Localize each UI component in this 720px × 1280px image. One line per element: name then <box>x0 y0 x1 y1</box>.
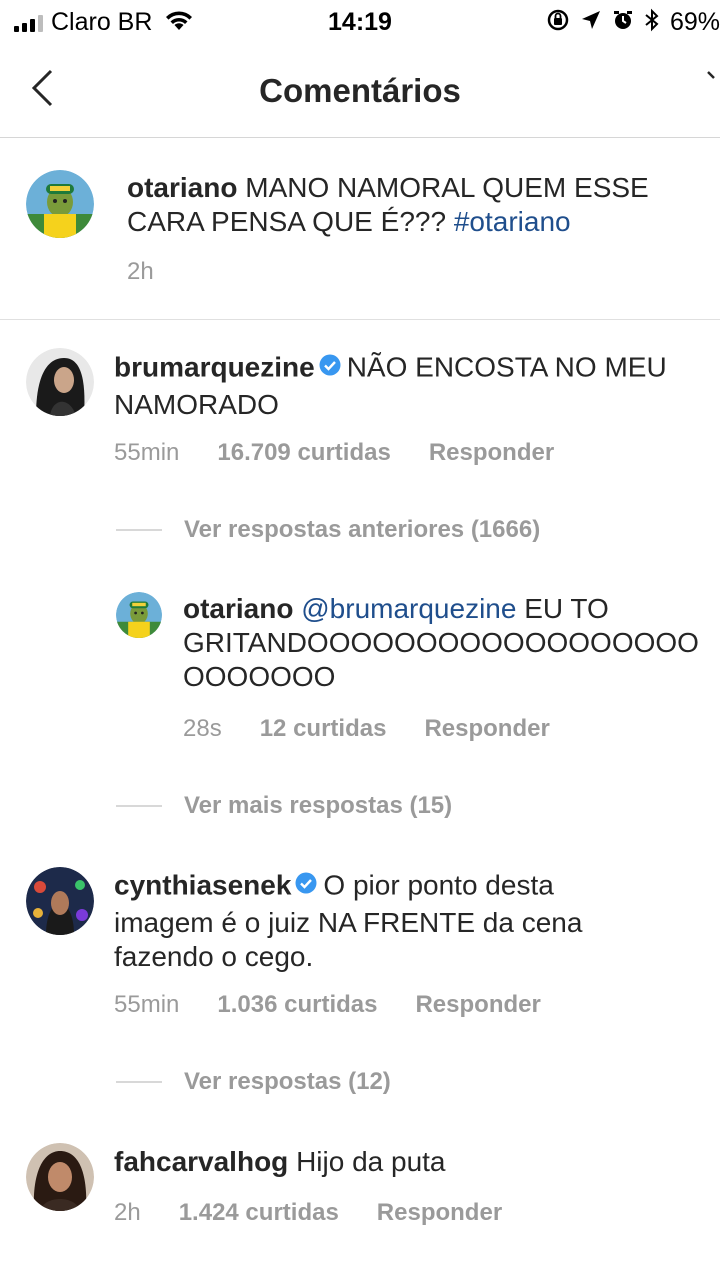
page-title: Comentários <box>259 72 461 109</box>
comment-meta: 55min 16.709 curtidas Responder <box>114 439 554 467</box>
username[interactable]: fahcarvalhog <box>114 1146 288 1177</box>
reply-meta: 28s 12 curtidas Responder <box>183 715 550 743</box>
orientation-lock-icon <box>546 8 570 37</box>
options-button[interactable] <box>706 66 720 86</box>
divider <box>116 805 162 807</box>
avatar[interactable] <box>26 867 94 935</box>
reply-body-line3: OOOOOOO <box>183 661 336 692</box>
comment-body-line2: imagem é o juiz NA FRENTE da cena <box>114 907 583 938</box>
timestamp: 28s <box>183 715 222 742</box>
likes-count[interactable]: 1.424 curtidas <box>179 1199 339 1227</box>
username[interactable]: otariano <box>183 593 293 624</box>
comment-body: Hijo da puta <box>296 1146 446 1177</box>
view-more-replies-button[interactable]: Ver mais respostas (15) <box>116 792 452 820</box>
divider <box>116 529 162 531</box>
comment-meta: 2h 1.424 curtidas Responder <box>114 1199 502 1227</box>
hashtag-link[interactable]: #otariano <box>454 206 571 237</box>
post-caption: otariano MANO NAMORAL QUEM ESSE CARA PEN… <box>0 138 720 320</box>
comment-meta: 55min 1.036 curtidas Responder <box>114 991 541 1019</box>
status-bar: Claro BR 14:19 69% <box>0 0 720 44</box>
verified-badge-icon <box>295 868 317 902</box>
verified-badge-icon <box>319 350 341 384</box>
battery-percentage: 69% <box>669 8 720 36</box>
chevron-down-icon <box>707 71 715 79</box>
comment-text: cynthiasenek O pior ponto desta imagem é … <box>114 868 694 974</box>
view-previous-replies-button[interactable]: Ver respostas anteriores (1666) <box>116 516 540 544</box>
alarm-icon <box>612 9 634 36</box>
view-more-replies-label: Ver mais respostas (15) <box>184 792 453 819</box>
divider <box>116 1081 162 1083</box>
view-previous-replies-label: Ver respostas anteriores (1666) <box>184 516 541 543</box>
likes-count[interactable]: 12 curtidas <box>260 715 387 743</box>
timestamp: 55min <box>114 439 180 466</box>
username[interactable]: cynthiasenek <box>114 869 291 900</box>
avatar[interactable] <box>26 170 94 238</box>
comment-body-line1: O pior ponto desta <box>323 869 554 901</box>
reply-button[interactable]: Responder <box>424 715 549 743</box>
view-replies-button[interactable]: Ver respostas (12) <box>116 1068 391 1096</box>
likes-count[interactable]: 16.709 curtidas <box>217 439 390 467</box>
view-replies-label: Ver respostas (12) <box>184 1068 391 1095</box>
username[interactable]: brumarquezine <box>114 351 315 382</box>
reply-button[interactable]: Responder <box>377 1199 502 1227</box>
reply-body-line2: GRITANDOOOOOOOOOOOOOOOOOO <box>183 627 699 658</box>
reply-text: otariano @brumarquezine EU TO GRITANDOOO… <box>183 592 703 694</box>
timestamp: 55min <box>114 991 180 1018</box>
avatar[interactable] <box>26 1143 94 1211</box>
caption-meta: 2h <box>127 258 154 286</box>
likes-count[interactable]: 1.036 curtidas <box>217 991 377 1019</box>
caption-text: otariano MANO NAMORAL QUEM ESSE CARA PEN… <box>127 171 697 239</box>
timestamp: 2h <box>127 258 154 285</box>
reply-button[interactable]: Responder <box>415 991 540 1019</box>
avatar[interactable] <box>116 592 162 638</box>
comment-text: fahcarvalhog Hijo da puta <box>114 1145 694 1179</box>
username[interactable]: otariano <box>127 172 237 203</box>
comment-body-line3: fazendo o cego. <box>114 941 314 972</box>
bluetooth-icon <box>644 8 660 37</box>
nav-bar: Comentários <box>0 44 720 138</box>
avatar[interactable] <box>26 348 94 416</box>
mention-link[interactable]: @brumarquezine <box>301 593 516 624</box>
reply-button[interactable]: Responder <box>429 439 554 467</box>
comment-text: brumarquezine NÃO ENCOSTA NO MEU NAMORADO <box>114 350 694 422</box>
reply-body-line1: EU TO <box>524 593 609 624</box>
location-icon <box>580 9 602 36</box>
timestamp: 2h <box>114 1199 141 1226</box>
